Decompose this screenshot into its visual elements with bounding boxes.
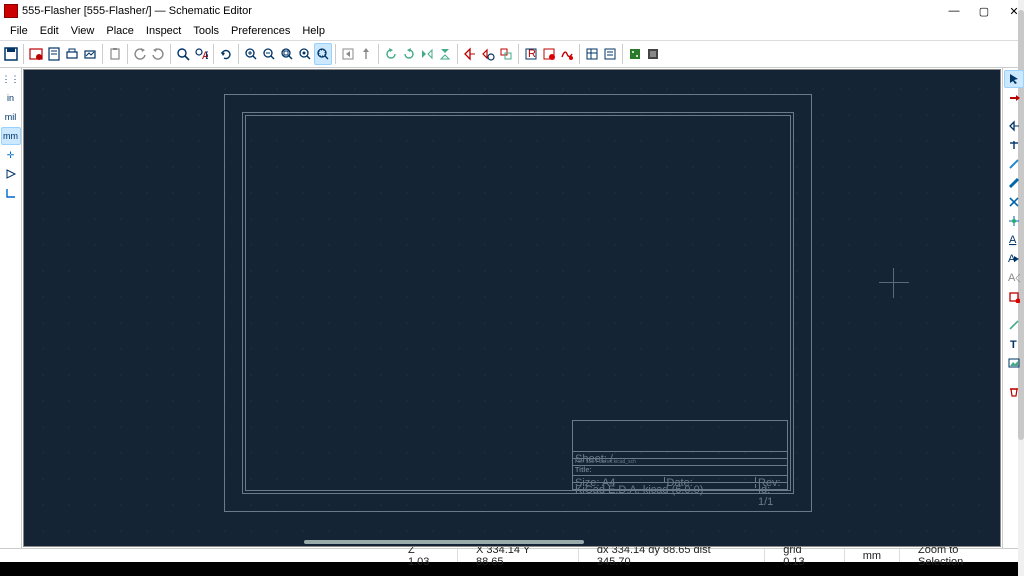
add-label-icon[interactable]: A [1004,231,1024,249]
status-zoom: Z 1.03 [390,549,457,562]
pcb-editor-icon[interactable] [626,43,644,65]
cursor-full-icon[interactable]: ✛ [1,146,21,164]
work-area: ⋮⋮ in mil mm ✛ Sheet: / File: 555-Flashe… [0,68,1024,548]
symbol-editor-icon[interactable] [461,43,479,65]
status-bar: Z 1.03 X 334.14 Y 88.65 dx 334.14 dy 88.… [0,548,1024,562]
plot-icon[interactable] [81,43,99,65]
add-noconnect-icon[interactable] [1004,193,1024,211]
status-dxy: dx 334.14 dy 88.65 dist 345.70 [578,549,764,562]
add-text-icon[interactable]: T [1004,335,1024,353]
erc-icon[interactable] [540,43,558,65]
paste-icon[interactable] [106,43,124,65]
refresh-icon[interactable] [217,43,235,65]
zoom-out-icon[interactable] [260,43,278,65]
add-wire-icon[interactable] [1004,155,1024,173]
save-icon[interactable] [2,43,20,65]
menu-bar: File Edit View Place Inspect Tools Prefe… [0,22,1024,40]
unit-in-icon[interactable]: in [1,89,21,107]
status-unit[interactable]: mm [844,549,899,562]
window-title: 555-Flasher [555-Flasher/] — Schematic E… [22,5,252,17]
simulator-icon[interactable] [558,43,576,65]
zoom-in-icon[interactable] [242,43,260,65]
free-angle-icon[interactable] [1,184,21,202]
schematic-canvas[interactable]: Sheet: / File: 555-Flasher.kicad_sch Tit… [23,69,1001,547]
symbol-fields-icon[interactable] [583,43,601,65]
redo-icon[interactable] [149,43,167,65]
title-block-title: Title: [573,465,787,475]
zoom-selection-icon[interactable] [314,43,332,65]
menu-help[interactable]: Help [296,25,331,37]
mirror-h-icon[interactable] [418,43,436,65]
add-power-icon[interactable] [1004,136,1024,154]
menu-file[interactable]: File [4,25,34,37]
svg-text:B: B [205,50,208,61]
minimize-button[interactable]: — [946,5,962,17]
menu-edit[interactable]: Edit [34,25,65,37]
find-icon[interactable] [174,43,192,65]
menu-tools[interactable]: Tools [187,25,225,37]
delete-icon[interactable] [1004,382,1024,400]
add-junction-icon[interactable] [1004,212,1024,230]
symbol-browser-icon[interactable] [479,43,497,65]
select-tool-icon[interactable] [1004,70,1024,88]
undo-icon[interactable] [131,43,149,65]
maximize-button[interactable]: ▢ [976,5,992,18]
annotate-icon[interactable]: R [522,43,540,65]
rotate-cw-icon[interactable] [400,43,418,65]
add-bus-icon[interactable] [1004,174,1024,192]
status-xy: X 334.14 Y 88.65 [457,549,578,562]
top-toolbar: AB R [0,40,1024,68]
bom-icon[interactable] [601,43,619,65]
title-block: Sheet: / File: 555-Flasher.kicad_sch Tit… [572,420,788,490]
mirror-v-icon[interactable] [436,43,454,65]
nav-back-icon[interactable] [339,43,357,65]
status-grid[interactable]: grid 0.13 [764,549,843,562]
update-pcb-icon[interactable] [644,43,662,65]
rotate-ccw-icon[interactable] [382,43,400,65]
zoom-objects-icon[interactable] [296,43,314,65]
add-global-label-icon[interactable]: A [1004,250,1024,268]
menu-view[interactable]: View [65,25,101,37]
left-toolbar: ⋮⋮ in mil mm ✛ [0,68,22,548]
hidden-pins-icon[interactable] [1,165,21,183]
nav-up-icon[interactable] [357,43,375,65]
add-symbol-icon[interactable] [1004,117,1024,135]
menu-preferences[interactable]: Preferences [225,25,296,37]
menu-place[interactable]: Place [100,25,140,37]
footprint-assign-icon[interactable] [497,43,515,65]
zoom-fit-icon[interactable] [278,43,296,65]
highlight-net-icon[interactable] [1004,89,1024,107]
page-settings-icon[interactable] [45,43,63,65]
svg-text:T: T [1010,339,1017,350]
add-line-icon[interactable] [1004,316,1024,334]
title-block-kicad-row: KiCad E.D.A. kicad (6.0.0) Id: 1/1 [573,482,787,489]
svg-text:A: A [1009,234,1017,246]
menu-inspect[interactable]: Inspect [140,25,187,37]
horizontal-scrollbar[interactable] [304,540,584,544]
add-sheet-icon[interactable] [1004,288,1024,306]
add-image-icon[interactable] [1004,354,1024,372]
grid-dots-icon[interactable]: ⋮⋮ [1,70,21,88]
find-replace-icon[interactable]: AB [192,43,210,65]
svg-text:A◇: A◇ [1008,272,1020,284]
add-hier-label-icon[interactable]: A◇ [1004,269,1024,287]
title-bar: 555-Flasher [555-Flasher/] — Schematic E… [0,0,1024,22]
unit-mm-icon[interactable]: mm [1,127,21,145]
unit-mil-icon[interactable]: mil [1,108,21,126]
status-zoommode[interactable]: Zoom to Selection [899,549,1024,562]
app-icon [4,4,18,18]
print-icon[interactable] [63,43,81,65]
svg-text:R: R [528,48,536,60]
schematic-setup-icon[interactable] [27,43,45,65]
